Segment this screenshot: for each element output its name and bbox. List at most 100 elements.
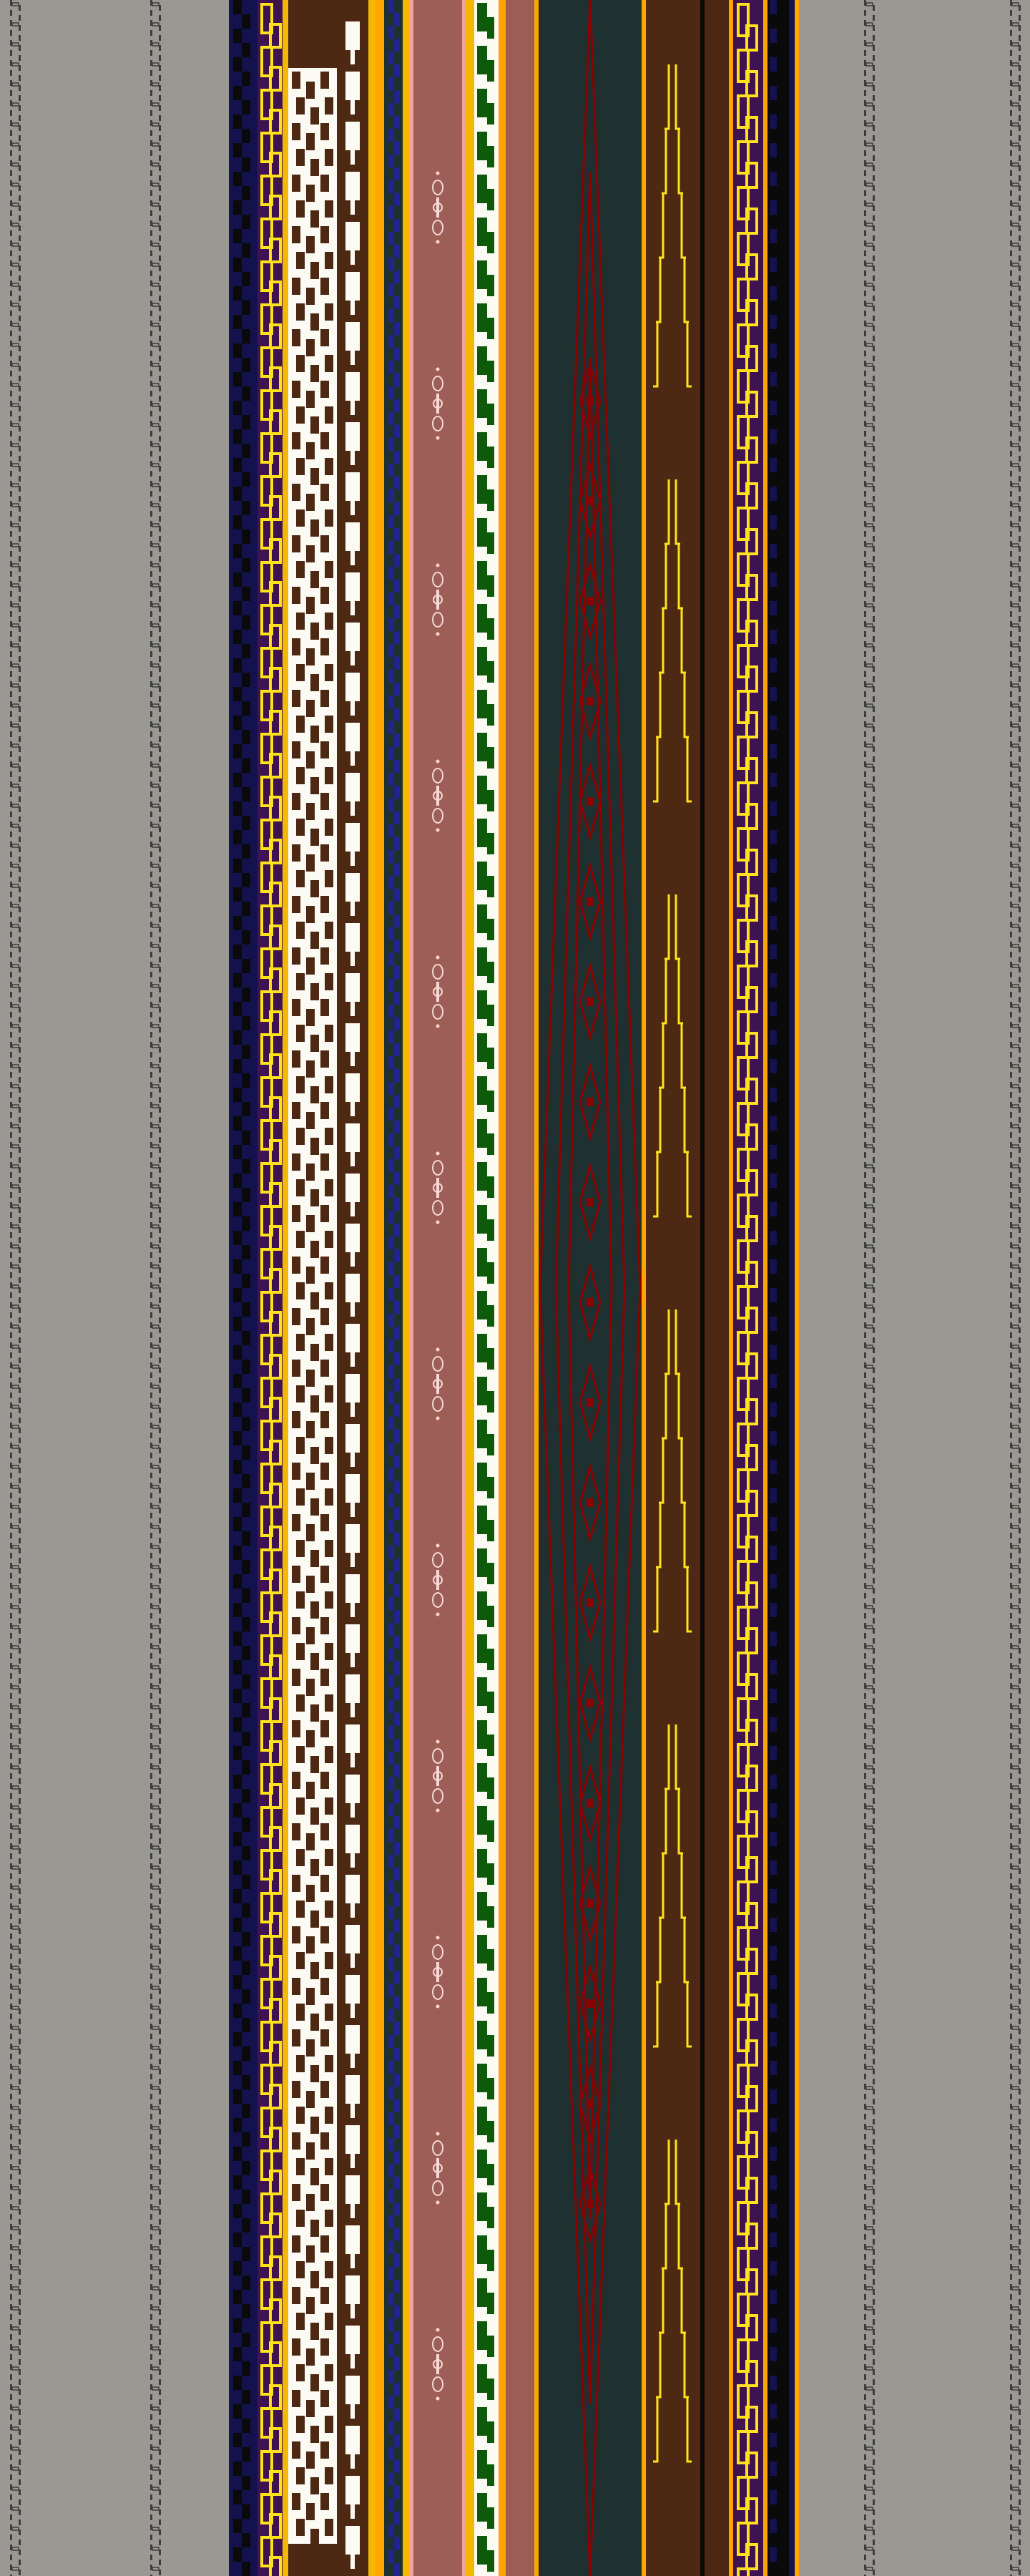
cream-dash [345, 1474, 360, 1503]
zigzag-accent [233, 773, 242, 787]
zigzag-accent [242, 701, 250, 716]
green-block [477, 1720, 487, 1749]
zigzag-accent [233, 286, 242, 301]
zigzag-accent [770, 1803, 777, 1818]
checker-block [325, 1901, 333, 1918]
zigzag-accent [242, 1159, 250, 1174]
checker-cap [288, 0, 337, 68]
zigzag-accent [233, 2462, 242, 2476]
diamond-core [587, 396, 594, 405]
medallion-part [436, 394, 439, 414]
blue-zigzag [394, 1945, 400, 1958]
zigzag-accent [233, 2089, 242, 2104]
checker-block [292, 2184, 300, 2201]
green-block [477, 1377, 487, 1405]
checker-block [292, 2132, 300, 2150]
blue-zigzag [394, 2331, 400, 2344]
checker-block [320, 1514, 329, 1531]
zigzag-accent [770, 2089, 777, 2104]
checker-block [296, 458, 305, 475]
green-block [477, 432, 487, 461]
zigzag-accent [233, 86, 242, 100]
zigzag-accent [233, 0, 242, 14]
checker-block [325, 1643, 333, 1660]
zigzag-accent [770, 1889, 777, 1903]
blue-zigzag [394, 1893, 400, 1906]
zigzag-accent [233, 1488, 242, 1503]
zigzag-accent [233, 2547, 242, 2562]
green-block [487, 2207, 494, 2228]
green-block [487, 1091, 494, 1112]
zigzag-accent [233, 744, 242, 758]
checker-block [310, 1962, 319, 1979]
checker-block [325, 252, 333, 269]
zigzag-accent [233, 143, 242, 157]
zigzag-accent [770, 2204, 777, 2218]
zigzag-accent [233, 1460, 242, 1474]
cream-dash [350, 1002, 355, 1016]
cream-dash [345, 2476, 360, 2504]
green-block [487, 2164, 494, 2185]
zigzag-accent [770, 2032, 777, 2046]
green-block [477, 2235, 487, 2264]
green-block [477, 1548, 487, 1577]
medallion-part [436, 1178, 439, 1198]
zigzag-accent [242, 587, 250, 601]
blue-zigzag [388, 2215, 394, 2228]
zigzag-accent [242, 2333, 250, 2347]
checker-block [320, 72, 329, 89]
green-block [477, 1248, 487, 1277]
checker-block [310, 262, 319, 279]
cream-dash [345, 122, 360, 150]
blue-zigzag [394, 2409, 400, 2421]
checker-block [296, 303, 305, 321]
zigzag-accent [233, 1889, 242, 1903]
checker-block [325, 1385, 333, 1402]
zigzag-accent [242, 1760, 250, 1775]
blue-zigzag [394, 296, 400, 309]
checker-block [292, 2287, 300, 2304]
chocolate-narrow-band [705, 0, 729, 2576]
checker-block [296, 149, 305, 166]
blue-zigzag [394, 116, 400, 129]
gold-stripe [729, 0, 733, 2576]
green-block [487, 2293, 494, 2314]
blue-zigzag [394, 2460, 400, 2473]
zigzag-accent [770, 1574, 777, 1589]
checker-block [325, 2261, 333, 2278]
blue-zigzag [388, 2190, 394, 2202]
blue-zigzag [388, 696, 394, 708]
medallion-part [436, 1347, 440, 1352]
zigzag-accent [770, 1288, 777, 1302]
checker-block [310, 2168, 319, 2185]
cream-dash [345, 1724, 360, 1753]
checker-block [325, 1849, 333, 1866]
medallion-part [436, 1570, 439, 1590]
zigzag-accent [242, 72, 250, 86]
diamond-core [587, 2200, 594, 2208]
woven-panel [229, 0, 799, 2576]
cream-dash [350, 902, 355, 916]
zigzag-accent [233, 1030, 242, 1045]
checker-block [306, 2194, 315, 2211]
checker-block [310, 1911, 319, 1928]
zigzag-accent [770, 2175, 777, 2190]
checker-block [320, 2441, 329, 2459]
cream-dash [350, 852, 355, 866]
zigzag-accent [242, 902, 250, 916]
zigzag-accent [770, 429, 777, 444]
checker-block [325, 1797, 333, 1815]
cream-dash [350, 1953, 355, 1968]
blue-zigzag [388, 1777, 394, 1790]
green-block [477, 46, 487, 74]
blue-zigzag [394, 1481, 400, 1494]
green-block [487, 489, 494, 511]
zigzag-accent [242, 959, 250, 973]
zigzag-accent [233, 1116, 242, 1131]
diamond-core [587, 1799, 594, 1807]
checker-block [320, 1050, 329, 1068]
checker-block [320, 329, 329, 346]
zigzag-accent [770, 458, 777, 472]
zigzag-accent [770, 1631, 777, 1646]
green-block [487, 1176, 494, 1198]
